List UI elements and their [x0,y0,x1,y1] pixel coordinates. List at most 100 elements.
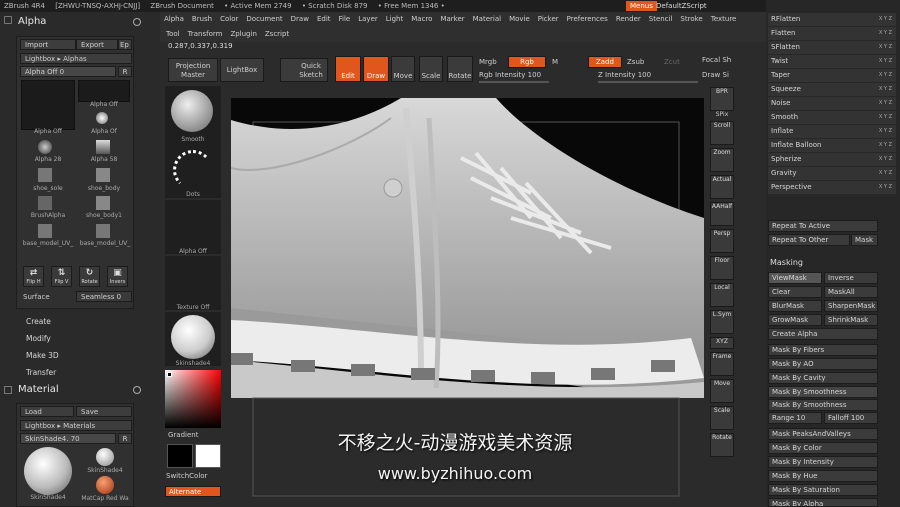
menu-material[interactable]: Material [473,15,501,23]
stroke-slot[interactable] [165,144,221,198]
masking-title[interactable]: Masking [770,258,803,267]
menu-stencil[interactable]: Stencil [649,15,673,23]
zcut-button[interactable]: Zcut [664,58,680,66]
material-slot[interactable] [165,312,221,366]
draw-size-slider[interactable]: Draw Si [702,71,729,79]
deform-inflate-balloon[interactable]: Inflate Balloon X Y Z [768,139,896,152]
mask-by-smoothness-toggle[interactable]: Mask By Smoothness [768,386,878,398]
mrgb-button[interactable]: Mrgb [479,58,497,66]
zsub-button[interactable]: Zsub [627,58,644,66]
aahalf-icon[interactable]: AAHalf [710,202,734,226]
alpha-panel-title[interactable]: Alpha [0,15,46,29]
alpha-58-icon[interactable] [96,140,110,154]
shoe-body-icon[interactable] [96,168,110,182]
create-alpha-button[interactable]: Create Alpha [768,328,878,340]
alpha-lightbox-button[interactable]: Lightbox ▸ Alphas [20,53,132,64]
lsym-icon[interactable]: L.Sym [710,310,734,334]
blurmask-button[interactable]: BlurMask [768,300,822,312]
alpha-28-icon[interactable] [38,140,52,154]
mask-by-intensity[interactable]: Mask By Intensity [768,456,878,468]
zoom-icon[interactable]: Zoom [710,148,734,172]
create-link[interactable]: Create [26,317,51,326]
sharpenmask-button[interactable]: SharpenMask [824,300,878,312]
rgb-intensity-slider[interactable]: Rgb Intensity 100 [479,71,541,79]
persp-icon[interactable]: Persp [710,229,734,253]
menu-render[interactable]: Render [616,15,641,23]
repeat-mask-button[interactable]: Mask [851,234,878,246]
mask-peaks-and-valleys[interactable]: Mask PeaksAndValleys [768,428,878,440]
base-model-uv-icon[interactable] [38,224,52,238]
draw-button[interactable]: Draw [363,56,389,82]
rotate-button[interactable]: Rotate [447,56,473,82]
zadd-button[interactable]: Zadd [588,56,622,68]
deform-twist[interactable]: Twist X Y Z [768,55,896,68]
mask-by-saturation[interactable]: Mask By Saturation [768,484,878,496]
menu-movie[interactable]: Movie [509,15,530,23]
menu-layer[interactable]: Layer [358,15,378,23]
mask-by-color[interactable]: Mask By Color [768,442,878,454]
mask-by-hue[interactable]: Mask By Hue [768,470,878,482]
skinshade-sphere[interactable] [96,448,114,466]
surface-label[interactable]: Surface [23,293,50,301]
alpha-slot[interactable] [165,200,221,254]
deform-spherize[interactable]: Spherize X Y Z [768,153,896,166]
menu-transform[interactable]: Transform [188,30,223,38]
alpha-thumb-main[interactable] [21,80,75,130]
menus-button[interactable]: Menus [626,1,657,11]
alpha-off-slider[interactable]: Alpha Off 0 [20,66,116,77]
menu-document[interactable]: Document [246,15,282,23]
alternate-button[interactable]: Alternate [165,486,221,497]
menu-draw[interactable]: Draw [291,15,309,23]
main-color-swatch[interactable] [167,444,193,468]
menu-brush[interactable]: Brush [192,15,212,23]
color-picker[interactable] [165,370,221,428]
import-button[interactable]: Import [20,39,76,50]
move-button[interactable]: Move [391,56,415,82]
frame-icon[interactable]: Frame [710,352,734,376]
m-button[interactable]: M [552,58,558,66]
menu-color[interactable]: Color [220,15,238,23]
invert-icon[interactable]: ▣ Invers [107,266,128,287]
repeat-to-other-button[interactable]: Repeat To Other [768,234,850,246]
shoe-body1-icon[interactable] [96,196,110,210]
scale-button[interactable]: Scale [419,56,443,82]
transfer-link[interactable]: Transfer [26,368,56,377]
maskall-button[interactable]: MaskAll [824,286,878,298]
deform-noise[interactable]: Noise X Y Z [768,97,896,110]
gradient-label[interactable]: Gradient [168,431,198,439]
range-slider[interactable]: Range 10 [768,412,822,424]
repeat-to-active-button[interactable]: Repeat To Active [768,220,878,232]
menu-tool[interactable]: Tool [166,30,180,38]
export-button[interactable]: Export [76,39,118,50]
shrinkmask-button[interactable]: ShrinkMask [824,314,878,326]
matcap-red-sphere[interactable] [96,476,114,494]
rgb-button[interactable]: Rgb [508,56,546,68]
menu-edit[interactable]: Edit [317,15,331,23]
alpha-thumb-2[interactable] [78,80,130,102]
floor-icon[interactable]: Floor [710,256,734,280]
deform-squeeze[interactable]: Squeeze X Y Z [768,83,896,96]
deform-taper[interactable]: Taper X Y Z [768,69,896,82]
flip-h-icon[interactable]: ⇄ Flip H [23,266,44,287]
mask-by-alpha[interactable]: Mask By Alpha [768,498,878,507]
deform-perspective[interactable]: Perspective X Y Z [768,181,896,194]
menu-zplugin[interactable]: Zplugin [230,30,256,38]
rotate-icon[interactable]: ↻ Rotate [79,266,100,287]
spix-label[interactable]: SPix [706,111,738,118]
deform-rflatten[interactable]: RFlatten X Y Z [768,13,896,26]
z-intensity-slider[interactable]: Z Intensity 100 [598,71,651,79]
brush-alpha-icon[interactable] [38,196,52,210]
edit-button[interactable]: Edit [335,56,361,82]
menu-marker[interactable]: Marker [440,15,464,23]
default-zscript[interactable]: DefaultZScript [656,1,707,11]
mask-by-ao[interactable]: Mask By AO [768,358,878,370]
round-alpha-icon[interactable] [96,112,108,124]
menu-alpha[interactable]: Alpha [164,15,184,23]
deform-gravity[interactable]: Gravity X Y Z [768,167,896,180]
scale-icon[interactable]: Scale [710,406,734,430]
material-sphere-main[interactable] [24,447,72,495]
secondary-color-swatch[interactable] [195,444,221,468]
alpha-r-button[interactable]: R [118,66,132,77]
ep-button[interactable]: Ep [118,39,132,50]
material-lightbox-button[interactable]: Lightbox ▸ Materials [20,420,132,431]
